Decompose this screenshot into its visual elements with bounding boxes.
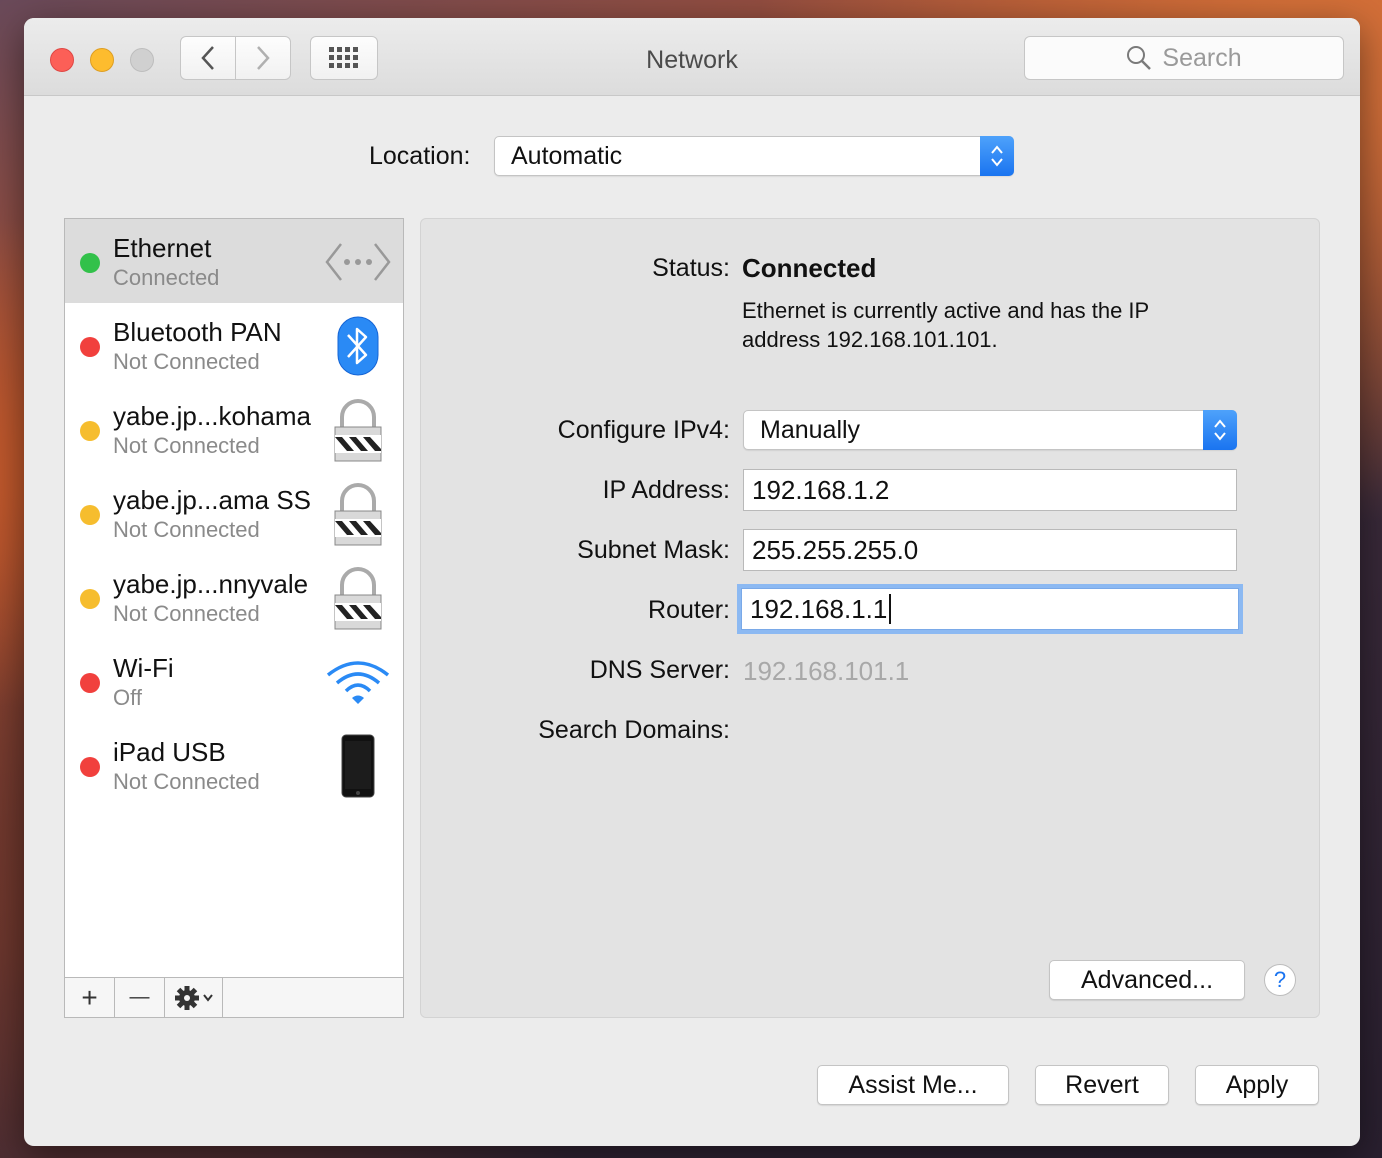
service-name: yabe.jp...kohama <box>113 401 312 431</box>
add-service-button[interactable]: + <box>65 978 115 1017</box>
revert-label: Revert <box>1065 1070 1139 1099</box>
service-item-vpn-3[interactable]: yabe.jp...nnyvale Not Connected <box>65 555 403 639</box>
revert-button[interactable]: Revert <box>1035 1065 1169 1105</box>
router-value: 192.168.1.1 <box>750 593 888 624</box>
action-menu-button[interactable] <box>165 978 223 1017</box>
status-dot <box>80 589 100 609</box>
search-domains-label: Search Domains: <box>538 716 730 744</box>
location-value: Automatic <box>511 141 623 170</box>
vpn-lock-icon <box>323 479 393 549</box>
bluetooth-icon <box>323 311 393 381</box>
search-icon <box>1127 46 1152 70</box>
router-field[interactable]: 192.168.1.1 <box>741 588 1239 630</box>
service-status: Connected <box>113 265 220 290</box>
search-placeholder: Search <box>1162 43 1242 72</box>
status-dot <box>80 421 100 441</box>
popup-arrows-icon <box>980 136 1014 176</box>
service-name: Bluetooth PAN <box>113 317 282 347</box>
status-dot <box>80 673 100 693</box>
status-dot <box>80 253 100 273</box>
router-label: Router: <box>648 596 730 624</box>
configure-ipv4-value: Manually <box>760 415 861 444</box>
configure-ipv4-label: Configure IPv4: <box>557 416 730 444</box>
apply-label: Apply <box>1225 1070 1289 1099</box>
service-item-vpn-2[interactable]: yabe.jp...ama SS Not Connected <box>65 471 403 555</box>
plus-icon: + <box>81 981 98 1013</box>
service-name: yabe.jp...ama SS <box>113 485 311 515</box>
wifi-icon <box>323 647 393 717</box>
subnet-mask-value: 255.255.255.0 <box>752 534 919 565</box>
popup-arrows-icon <box>1203 410 1237 450</box>
ip-address-value: 192.168.1.2 <box>752 474 890 505</box>
service-name: Ethernet <box>113 233 212 263</box>
service-item-ethernet[interactable]: Ethernet Connected <box>65 219 403 303</box>
status-dot <box>80 757 100 777</box>
service-item-ipad-usb[interactable]: iPad USB Not Connected <box>65 723 403 807</box>
search-field[interactable]: Search <box>1024 36 1344 80</box>
service-status: Not Connected <box>113 769 260 794</box>
status-dot <box>80 505 100 525</box>
subnet-mask-label: Subnet Mask: <box>577 536 730 564</box>
status-description-line1: Ethernet is currently active and has the… <box>742 298 1150 323</box>
gear-icon <box>174 985 213 1010</box>
apply-button[interactable]: Apply <box>1195 1065 1319 1105</box>
text-caret <box>889 594 892 624</box>
location-popup[interactable]: Automatic <box>494 136 1014 176</box>
dns-server-label: DNS Server: <box>589 656 730 684</box>
subnet-mask-field[interactable]: 255.255.255.0 <box>743 529 1237 571</box>
location-label: Location: <box>369 142 471 170</box>
service-list: Ethernet Connected Bluetooth PAN Not Con… <box>64 218 404 1018</box>
configure-ipv4-popup[interactable]: Manually <box>743 410 1237 450</box>
ethernet-arrows-icon <box>323 227 393 297</box>
service-status: Off <box>113 685 142 710</box>
service-item-wifi[interactable]: Wi-Fi Off <box>65 639 403 723</box>
service-item-vpn-1[interactable]: yabe.jp...kohama Not Connected <box>65 387 403 471</box>
service-list-toolbar: + — <box>65 977 403 1017</box>
assist-me-label: Assist Me... <box>848 1070 978 1099</box>
help-icon: ? <box>1273 967 1287 992</box>
minus-icon: — <box>129 986 150 1008</box>
status-value: Connected <box>742 253 877 283</box>
vpn-lock-icon <box>323 395 393 465</box>
help-button[interactable]: ? <box>1264 964 1296 996</box>
ip-address-label: IP Address: <box>602 476 730 504</box>
titlebar: Network Search <box>24 18 1360 96</box>
service-status: Not Connected <box>113 433 260 458</box>
remove-service-button[interactable]: — <box>115 978 165 1017</box>
advanced-label: Advanced... <box>1080 965 1214 994</box>
assist-me-button[interactable]: Assist Me... <box>817 1065 1009 1105</box>
service-item-bluetooth-pan[interactable]: Bluetooth PAN Not Connected <box>65 303 403 387</box>
service-name: Wi-Fi <box>113 653 174 683</box>
status-dot <box>80 337 100 357</box>
service-status: Not Connected <box>113 349 260 374</box>
status-label: Status: <box>652 254 730 282</box>
network-preferences-window: Network Search Location: Automatic Ether… <box>24 18 1360 1146</box>
status-description-line2: address 192.168.101.101. <box>742 327 998 352</box>
service-name: iPad USB <box>113 737 226 767</box>
service-status: Not Connected <box>113 601 260 626</box>
advanced-button[interactable]: Advanced... <box>1049 960 1245 1000</box>
service-name: yabe.jp...nnyvale <box>113 569 309 599</box>
ipad-icon <box>323 731 393 801</box>
service-status: Not Connected <box>113 517 260 542</box>
dns-server-value: 192.168.101.1 <box>743 656 910 686</box>
ip-address-field[interactable]: 192.168.1.2 <box>743 469 1237 511</box>
vpn-lock-icon <box>323 563 393 633</box>
